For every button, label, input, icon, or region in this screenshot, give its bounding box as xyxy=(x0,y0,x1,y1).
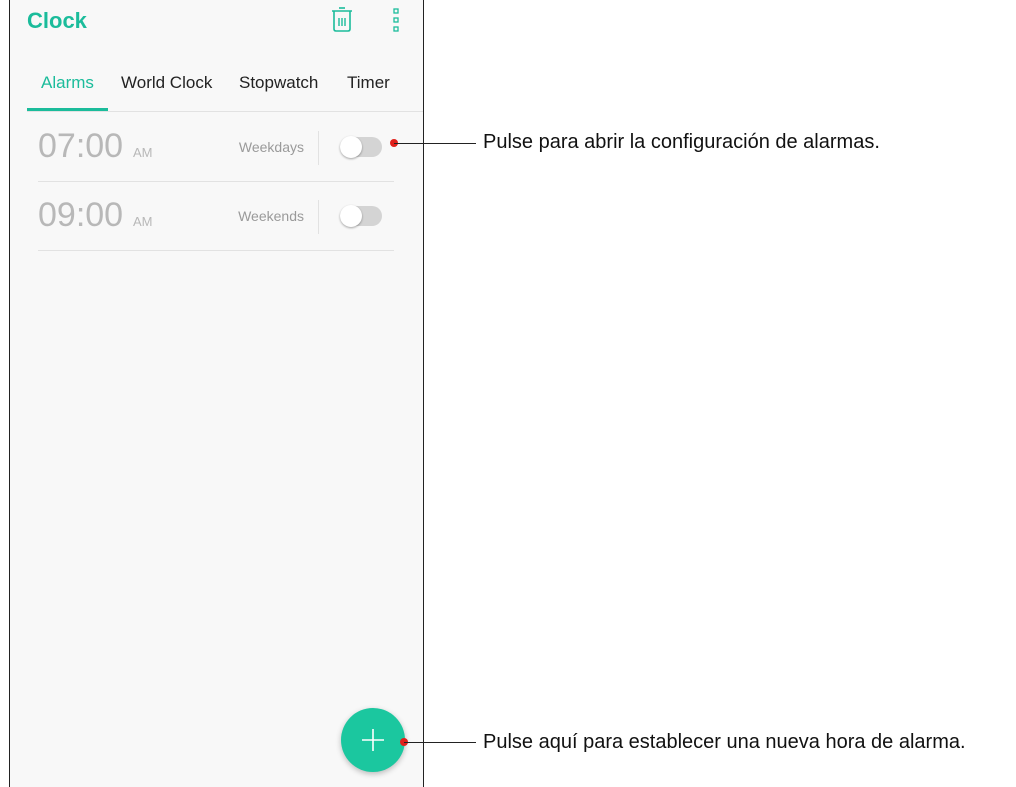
tab-timer[interactable]: Timer xyxy=(347,73,390,93)
tabs-divider xyxy=(27,111,423,112)
tab-alarms[interactable]: Alarms xyxy=(41,73,94,93)
alarm-toggle[interactable] xyxy=(340,205,382,227)
alarm-row[interactable]: 07:00 AM Weekdays xyxy=(38,113,394,182)
callout-line xyxy=(404,742,476,743)
add-alarm-button[interactable] xyxy=(341,708,405,772)
callout-line xyxy=(394,143,476,144)
phone-screen: Clock Alarms World Clock Stopwatch Timer… xyxy=(9,0,424,787)
app-title: Clock xyxy=(27,8,87,33)
alarm-row[interactable]: 09:00 AM Weekends xyxy=(38,182,394,251)
alarm-ampm: AM xyxy=(133,214,153,229)
tab-bar: Alarms World Clock Stopwatch Timer xyxy=(10,66,423,112)
tab-world-clock[interactable]: World Clock xyxy=(121,73,212,93)
toggle-knob xyxy=(340,136,362,158)
more-vert-icon[interactable] xyxy=(392,8,400,32)
callout-new-alarm: Pulse aquí para establecer una nueva hor… xyxy=(483,731,966,753)
alarm-repeat: Weekends xyxy=(238,208,304,224)
alarm-time: 09:00 xyxy=(38,196,124,234)
row-separator xyxy=(318,200,319,234)
tab-stopwatch[interactable]: Stopwatch xyxy=(239,73,318,93)
plus-icon xyxy=(362,729,384,751)
alarm-toggle[interactable] xyxy=(340,136,382,158)
row-divider xyxy=(38,250,394,251)
callout-alarm-settings: Pulse para abrir la configuración de ala… xyxy=(483,131,880,153)
trash-icon[interactable] xyxy=(331,6,353,32)
alarm-ampm: AM xyxy=(133,145,153,160)
alarm-time: 07:00 xyxy=(38,127,124,165)
row-separator xyxy=(318,131,319,165)
toggle-knob xyxy=(340,205,362,227)
alarm-repeat: Weekdays xyxy=(238,139,304,155)
